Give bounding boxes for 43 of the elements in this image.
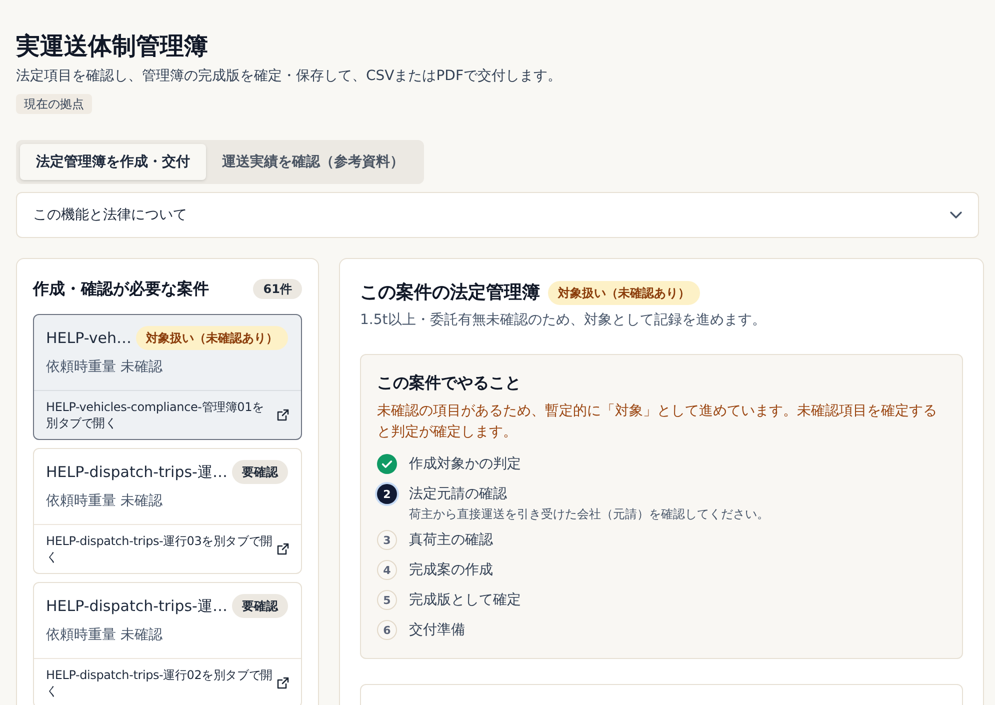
weight-status: 依頼時重量 未確認 (46, 626, 164, 645)
count-badge: 61件 (253, 279, 302, 299)
step-label: 真荷主の確認 (409, 531, 493, 550)
step-number: 3 (377, 530, 397, 550)
external-link-icon (277, 409, 289, 421)
case-title: HELP-dispatch-trips-運… (46, 596, 224, 617)
panel-title: 作成・確認が必要な案件 (33, 279, 209, 299)
case-card[interactable]: HELP-veh… 対象扱い（未確認あり） 依頼時重量 未確認 HELP-vehicles-compliance-管理簿01を別タブで開く (33, 314, 302, 440)
step-label: 交付準備 (409, 621, 465, 640)
case-card[interactable]: HELP-dispatch-trips-運… 要確認 依頼時重量 未確認 HELP-dispatch-trips-運行03を別タブで開く (33, 448, 302, 574)
tab[interactable]: 法定管理簿を作成・交付 (20, 144, 206, 180)
todo-note: 未確認の項目があるため、暫定的に「対象」として進めています。未確認項目を確定すると判定が確定します。 (377, 402, 938, 442)
step-label: 完成案の作成 (409, 561, 493, 580)
case-title: HELP-veh… (46, 328, 128, 349)
detail-title: この案件の法定管理簿 (360, 281, 540, 305)
step-label: 完成版として確定 (409, 591, 521, 610)
step-label: 作成対象かの判定 (409, 455, 521, 474)
case-title: HELP-dispatch-trips-運… (46, 462, 224, 483)
step-number: 5 (377, 590, 397, 610)
page-subtitle: 法定項目を確認し、管理簿の完成版を確定・保存して、CSVまたはPDFで交付します。 (16, 67, 563, 86)
open-in-new-tab-link[interactable]: HELP-vehicles-compliance-管理簿01を別タブで開く (34, 390, 301, 439)
tab[interactable]: 運送実績を確認（参考資料） (206, 144, 420, 180)
step-label: 法定元請の確認 (409, 485, 507, 504)
weight-status: 依頼時重量 未確認 (46, 492, 164, 511)
step-number: 4 (377, 560, 397, 580)
open-in-new-tab-link[interactable]: HELP-dispatch-trips-運行02を別タブで開く (34, 658, 301, 705)
open-in-new-tab-link[interactable]: HELP-dispatch-trips-運行03を別タブで開く (34, 524, 301, 573)
location-badge: 現在の拠点 (16, 94, 92, 114)
status-badge: 要確認 (232, 594, 288, 618)
detail-description: 1.5t以上・委託有無未確認のため、対象として記録を進めます。 (360, 311, 767, 330)
todo-title: この案件でやること (377, 372, 522, 394)
status-badge: 対象扱い（未確認あり） (548, 281, 700, 305)
status-badge: 対象扱い（未確認あり） (136, 326, 288, 350)
accordion-header[interactable]: この機能と法律について (16, 192, 979, 238)
case-card[interactable]: HELP-dispatch-trips-運… 要確認 依頼時重量 未確認 HELP-dispatch-trips-運行02を別タブで開く (33, 582, 302, 705)
step-number: 6 (377, 620, 397, 640)
status-badge: 要確認 (232, 460, 288, 484)
external-link-icon (277, 543, 289, 555)
external-link-icon (277, 677, 289, 689)
step-number: 2 (377, 484, 397, 504)
page-title: 実運送体制管理簿 (16, 31, 209, 62)
step-hint: 荷主から直接運送を引き受けた会社（元請）を確認してください。 (409, 506, 770, 522)
weight-status: 依頼時重量 未確認 (46, 358, 164, 377)
